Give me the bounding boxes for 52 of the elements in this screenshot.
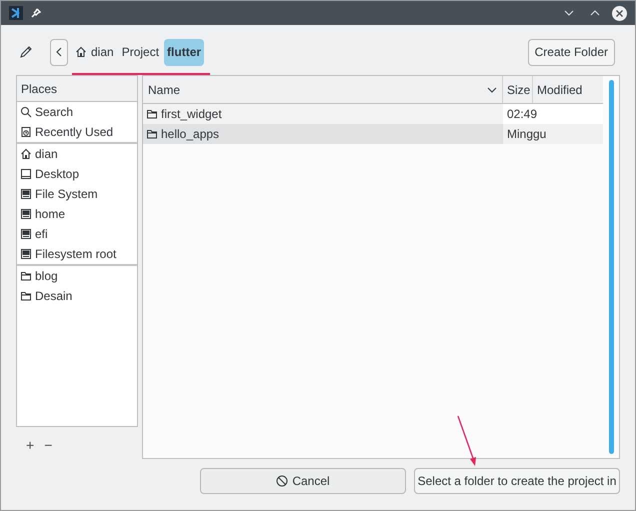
places-item[interactable]: Desktop [17, 164, 137, 184]
pencil-icon[interactable] [19, 45, 33, 59]
remove-button[interactable]: − [44, 435, 52, 456]
places-item[interactable]: Desain [17, 286, 137, 306]
places-item[interactable]: home [17, 204, 137, 224]
drive-icon [20, 228, 32, 240]
back-button[interactable] [50, 38, 68, 66]
file-row[interactable]: hello_apps Minggu [143, 124, 603, 144]
folder-icon [146, 128, 158, 140]
clock-document-icon [20, 126, 32, 138]
breadcrumb-item[interactable]: flutter [164, 38, 204, 66]
drive-icon [20, 208, 32, 220]
column-header[interactable]: Name [143, 76, 503, 103]
places-item[interactable]: efi [17, 224, 137, 244]
column-header: Places [17, 76, 137, 102]
places-item[interactable]: Recently Used [17, 122, 137, 142]
chevron-down-icon [487, 86, 497, 92]
breadcrumb-item[interactable]: dian [72, 38, 117, 66]
search-icon [20, 106, 32, 118]
cancel-icon [276, 475, 288, 487]
drive-icon [20, 188, 32, 200]
file-row[interactable]: first_widget 02:49 [143, 104, 603, 124]
places-item[interactable]: Filesystem root [17, 244, 137, 264]
monitor-icon [20, 168, 32, 180]
drive-icon [20, 248, 32, 260]
places-item[interactable]: dian [17, 144, 137, 164]
chevron-left-icon [56, 47, 62, 57]
breadcrumb-item[interactable]: Project [118, 38, 162, 66]
modified-time: 02:49 [507, 106, 538, 123]
folder-icon [20, 290, 32, 302]
column-header[interactable]: Size [503, 76, 533, 103]
maximize-icon[interactable] [590, 10, 600, 16]
cancel-button[interactable]: Cancel [200, 468, 406, 494]
places-item[interactable]: Search [17, 102, 137, 122]
file-name: hello_apps [161, 126, 220, 143]
folder-icon [146, 108, 158, 120]
minimize-icon[interactable] [564, 10, 574, 16]
create-folder-button[interactable]: Create Folder [528, 38, 615, 66]
file-name: first_widget [161, 106, 222, 123]
app-icon [9, 6, 23, 20]
select-folder-button[interactable]: Select a folder to create the project in [414, 468, 620, 494]
home-icon [20, 148, 32, 160]
places-item[interactable]: blog [17, 266, 137, 286]
home-icon [75, 46, 87, 58]
pin-icon[interactable] [31, 8, 41, 18]
column-header[interactable]: Modified [533, 76, 603, 103]
add-button[interactable]: + [26, 435, 34, 456]
folder-icon [20, 270, 32, 282]
arrow-annotation [456, 415, 478, 467]
close-icon[interactable] [612, 6, 627, 20]
places-item[interactable]: File System [17, 184, 137, 204]
modified-time: Minggu [507, 126, 546, 143]
